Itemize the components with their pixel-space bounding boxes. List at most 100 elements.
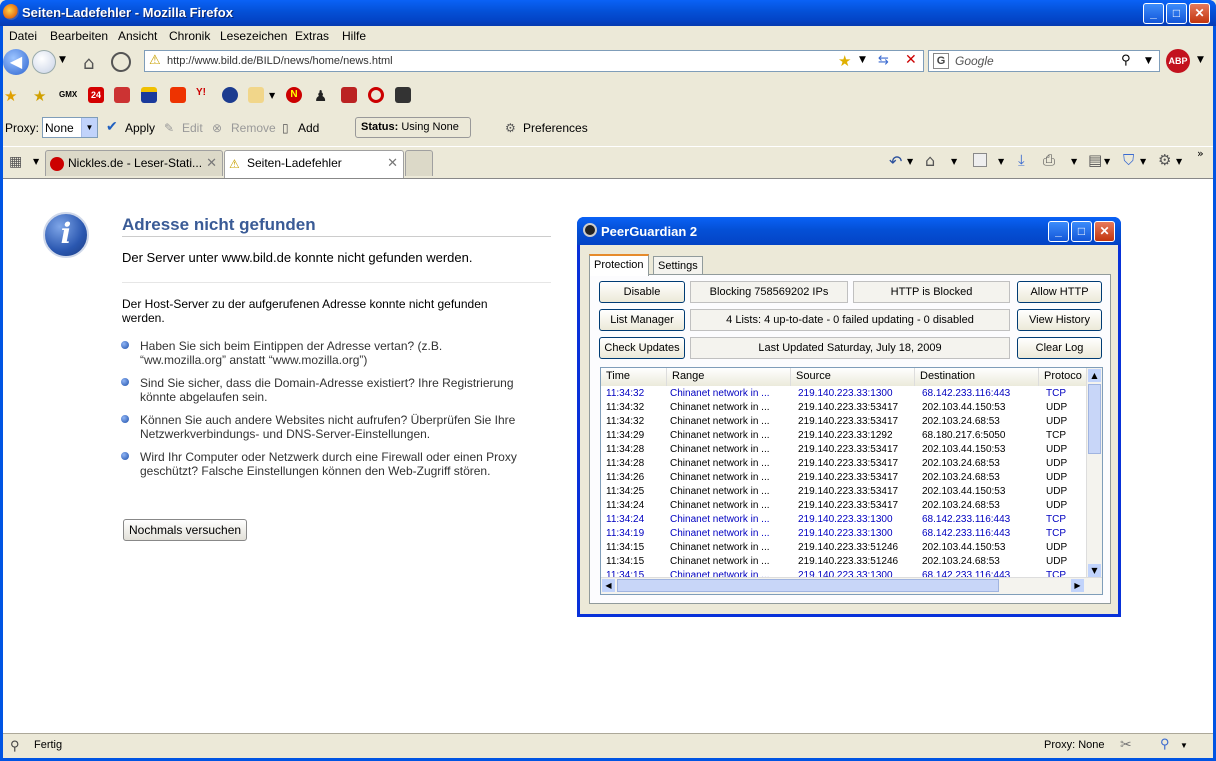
undo-icon[interactable]: ↶ [889, 152, 902, 171]
check-updates-button[interactable]: Check Updates [599, 337, 685, 359]
search-input[interactable]: Google [955, 54, 994, 68]
bookmark-icon[interactable] [395, 87, 411, 103]
zoom-icon[interactable]: ⚲ [1160, 736, 1170, 752]
allow-http-button[interactable]: Allow HTTP [1017, 281, 1102, 303]
column-header-source[interactable]: Source [791, 368, 915, 386]
adblock-icon[interactable]: ABP [1166, 49, 1190, 73]
download-icon[interactable]: ⤓ [1018, 151, 1025, 169]
horizontal-scrollbar[interactable]: ◀ ▶ [601, 577, 1102, 594]
table-row[interactable]: 11:34:24 Chinanet network in ... 219.140.2… [601, 500, 1088, 514]
table-row[interactable]: 11:34:29 Chinanet network in ... 219.140.2… [601, 430, 1088, 444]
url-bar[interactable]: ⚠ http://www.bild.de/BILD/news/home/news… [144, 50, 924, 72]
tab-overview-icon[interactable]: ▦ [9, 154, 22, 170]
scroll-down-icon[interactable]: ▼ [1088, 564, 1101, 577]
edit-button[interactable]: Edit [182, 121, 203, 135]
column-header-protocol[interactable]: Protoco [1039, 368, 1089, 386]
scroll-right-icon[interactable]: ▶ [1071, 579, 1084, 592]
menu-bearbeiten[interactable]: Bearbeiten [50, 29, 108, 43]
sparkasse-icon[interactable] [170, 87, 186, 103]
vertical-scroll-thumb[interactable] [1088, 384, 1101, 454]
home-dropdown-icon[interactable]: ▼ [951, 157, 957, 166]
tools-dropdown-icon[interactable]: ▼ [1176, 157, 1182, 166]
url-text[interactable]: http://www.bild.de/BILD/news/home/news.h… [167, 55, 393, 67]
bookmark-icon[interactable] [341, 87, 357, 103]
scroll-up-icon[interactable]: ▲ [1088, 369, 1101, 382]
print-icon[interactable]: ⎙ [1043, 151, 1055, 169]
tab-nickles[interactable]: Nickles.de - Leser-Stati... ✕ [45, 150, 223, 176]
table-row[interactable]: 11:34:28 Chinanet network in ... 219.140.2… [601, 444, 1088, 458]
home-icon[interactable]: ⌂ [83, 53, 94, 74]
list-manager-button[interactable]: List Manager [599, 309, 685, 331]
retry-button[interactable]: Nochmals versuchen [123, 519, 248, 541]
nickles-icon[interactable]: N [286, 87, 302, 103]
reload-icon[interactable] [111, 52, 131, 72]
clear-log-button[interactable]: Clear Log [1017, 337, 1102, 359]
yahoo-icon[interactable]: Y! [196, 87, 212, 103]
disable-button[interactable]: Disable [599, 281, 685, 303]
new-tab-button[interactable] [405, 150, 433, 176]
table-row[interactable]: 11:34:28 Chinanet network in ... 219.140.2… [601, 458, 1088, 472]
proxy-status[interactable]: Proxy: None [1044, 739, 1105, 751]
column-header-range[interactable]: Range [667, 368, 791, 386]
table-row[interactable]: 11:34:26 Chinanet network in ... 219.140.2… [601, 472, 1088, 486]
table-row[interactable]: 11:34:24 Chinanet network in ... 219.140.2… [601, 514, 1088, 528]
shield-dropdown-icon[interactable]: ▼ [1140, 157, 1146, 166]
table-row[interactable]: 11:34:25 Chinanet network in ... 219.140.2… [601, 486, 1088, 500]
folder-icon[interactable] [248, 87, 264, 103]
pg-minimize-button[interactable]: _ [1048, 221, 1069, 242]
folder-dropdown-icon[interactable]: ▼ [269, 91, 275, 100]
maximize-button[interactable]: □ [1166, 3, 1187, 24]
url-dropdown-icon[interactable]: ▼ [859, 55, 866, 65]
scroll-left-icon[interactable]: ◀ [602, 579, 615, 592]
view-history-button[interactable]: View History [1017, 309, 1102, 331]
bookmark-icon[interactable] [368, 87, 384, 103]
extension-icon[interactable]: ✂ [1120, 736, 1132, 753]
bookmark-star-icon[interactable]: ★ [838, 52, 851, 70]
table-row[interactable]: 11:34:32 Chinanet network in ... 219.140.2… [601, 402, 1088, 416]
close-button[interactable]: ✕ [1189, 3, 1210, 24]
home-icon[interactable]: ⌂ [925, 151, 935, 170]
table-row[interactable]: 11:34:15 Chinanet network in ... 219.140.2… [601, 542, 1088, 556]
tab-seiten-ladefehler[interactable]: ⚠ Seiten-Ladefehler ✕ [224, 150, 404, 179]
table-row[interactable]: 11:34:32 Chinanet network in ... 219.140.2… [601, 388, 1088, 402]
close-tab-icon[interactable]: ✕ [206, 155, 217, 171]
page-dropdown-icon[interactable]: ▼ [1104, 157, 1110, 166]
apply-button[interactable]: Apply [125, 121, 155, 135]
add-button[interactable]: Add [298, 121, 319, 135]
minimize-button[interactable]: _ [1143, 3, 1164, 24]
menu-ansicht[interactable]: Ansicht [118, 29, 157, 43]
menu-chronik[interactable]: Chronik [169, 29, 210, 43]
gmx-icon[interactable]: GMX [59, 87, 81, 103]
zoom-dropdown-icon[interactable]: ▼ [1180, 741, 1188, 750]
adblock-dropdown-icon[interactable]: ▼ [1197, 55, 1204, 65]
horizontal-scroll-thumb[interactable] [617, 579, 999, 592]
bookmark-icon[interactable]: ♟ [314, 87, 330, 105]
history-dropdown-icon[interactable]: ▼ [59, 55, 66, 65]
rss-icon[interactable] [973, 153, 987, 167]
search-dropdown-icon[interactable]: ▼ [1145, 56, 1152, 66]
24-icon[interactable]: 24 [88, 87, 104, 103]
gear-icon[interactable]: ⚙ [1158, 151, 1171, 169]
menu-hilfe[interactable]: Hilfe [342, 29, 366, 43]
vertical-scrollbar[interactable]: ▲ ▼ [1086, 368, 1102, 578]
shield-icon[interactable]: ⛉ [1123, 151, 1134, 169]
column-header-time[interactable]: Time [601, 368, 667, 386]
tab-settings[interactable]: Settings [653, 256, 703, 276]
search-bar[interactable]: G Google ⚲ ▼ [928, 50, 1160, 72]
menu-lesezeichen[interactable]: Lesezeichen [220, 29, 287, 43]
go-icon[interactable]: ⇆ [878, 53, 889, 68]
table-row[interactable]: 11:34:32 Chinanet network in ... 219.140.2… [601, 416, 1088, 430]
close-tab-icon[interactable]: ✕ [387, 155, 398, 171]
menu-extras[interactable]: Extras [295, 29, 329, 43]
remove-button[interactable]: Remove [231, 121, 276, 135]
stop-icon[interactable]: ✕ [905, 52, 917, 68]
column-header-destination[interactable]: Destination [915, 368, 1039, 386]
forward-button[interactable] [32, 50, 56, 74]
bookmark-icon[interactable] [114, 87, 130, 103]
chevron-more-icon[interactable]: » [1197, 147, 1204, 160]
preferences-button[interactable]: Preferences [523, 121, 588, 135]
nasa-icon[interactable] [222, 87, 238, 103]
back-button[interactable]: ◀ [3, 49, 29, 75]
table-row[interactable]: 11:34:15 Chinanet network in ... 219.140.2… [601, 556, 1088, 570]
tab-protection[interactable]: Protection [589, 254, 649, 276]
